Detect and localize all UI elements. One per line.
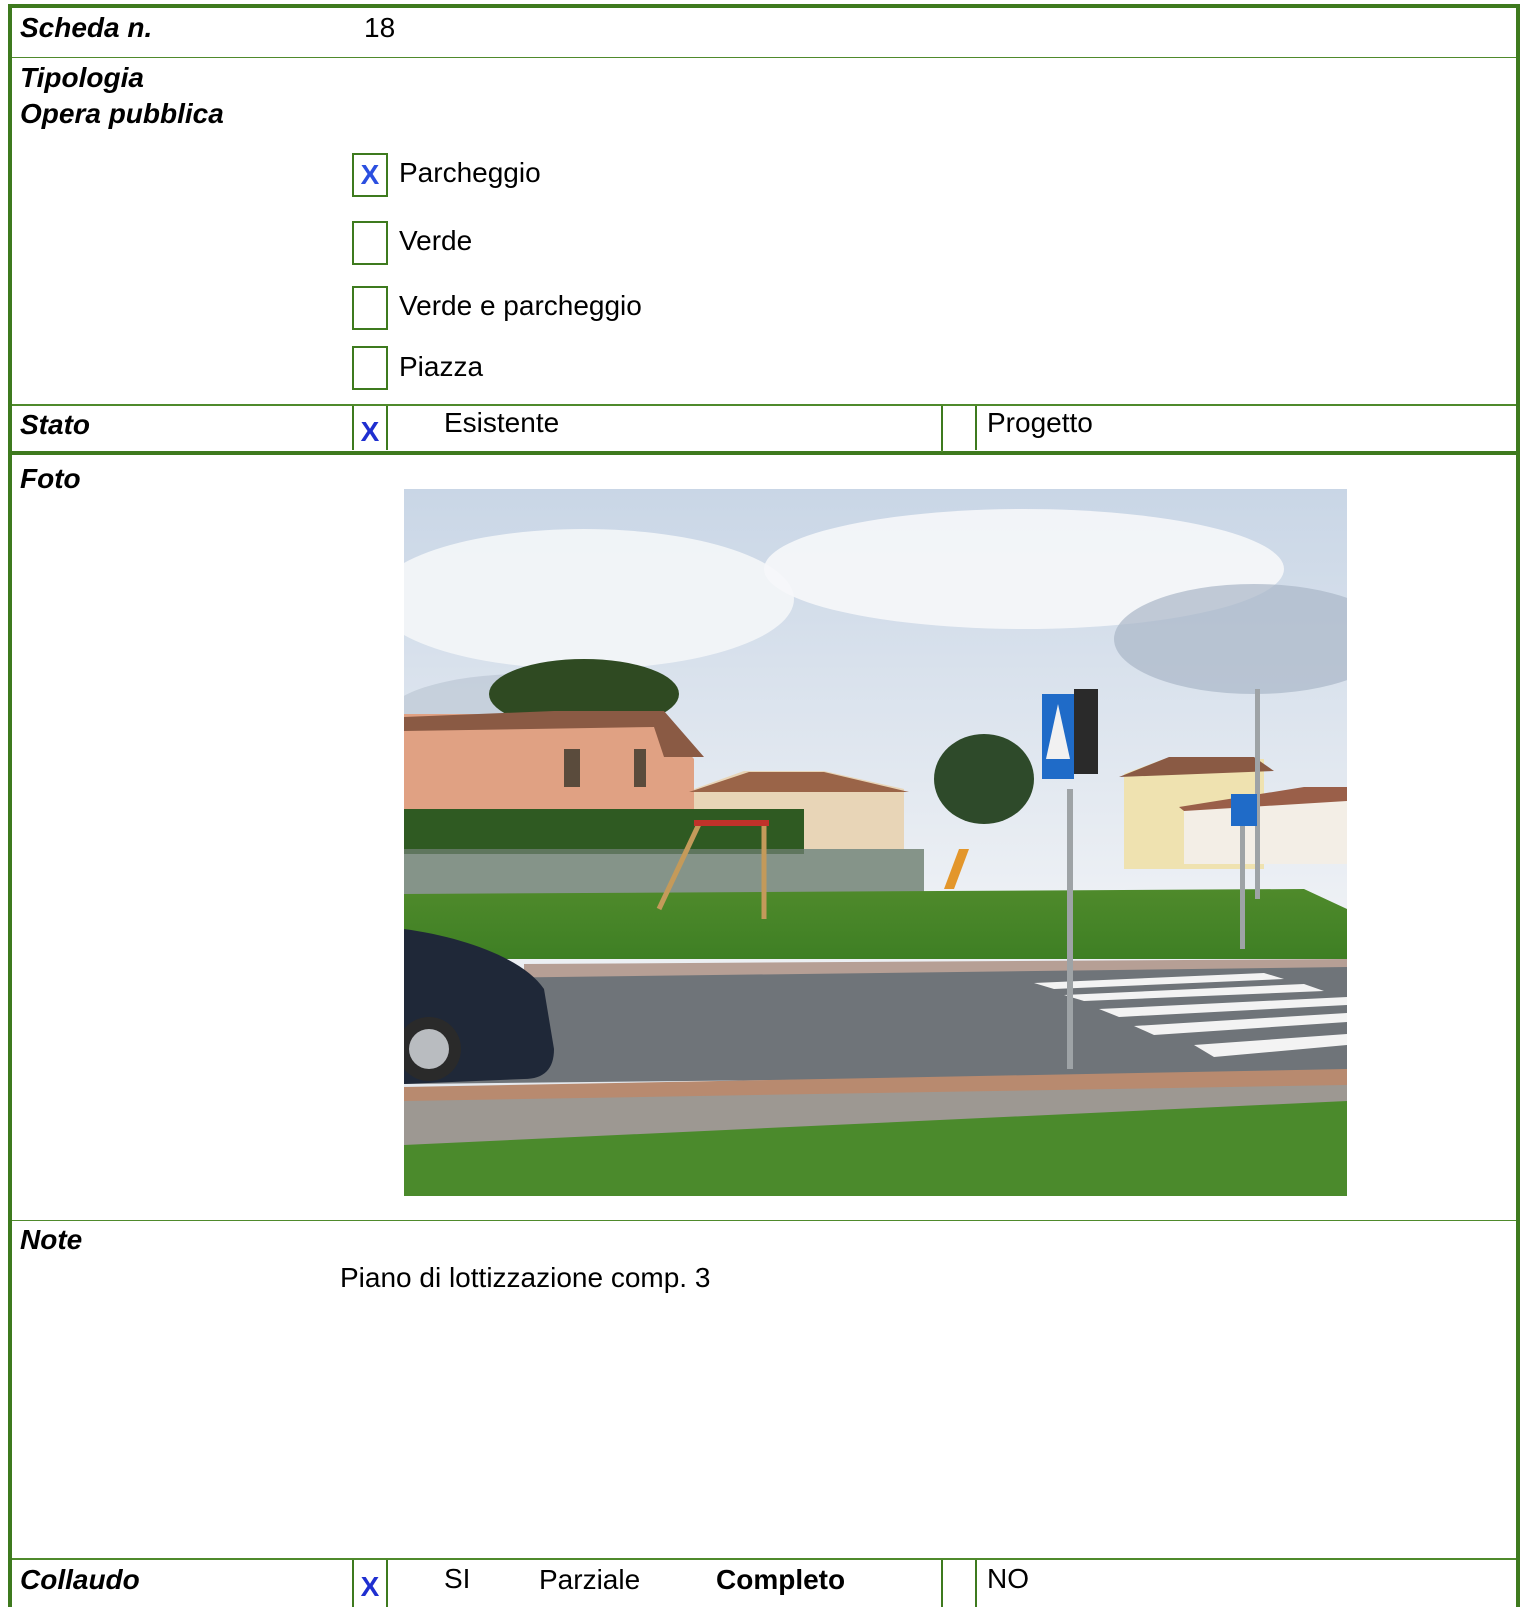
note-text: Piano di lottizzazione comp. 3 (340, 1262, 711, 1293)
option-verde-parcheggio-label: Verde e parcheggio (399, 290, 642, 321)
frame-left-border (8, 4, 12, 1607)
checkbox-collaudo-no[interactable] (941, 1560, 977, 1607)
option-parcheggio-label: Parcheggio (399, 157, 541, 188)
opera-pubblica-label: Opera pubblica (20, 98, 224, 129)
collaudo-parziale-label: Parziale (539, 1564, 641, 1595)
frame-top-border (8, 4, 1520, 8)
option-piazza-label: Piazza (399, 351, 484, 382)
checkbox-parcheggio[interactable]: X (352, 153, 388, 197)
collaudo-label: Collaudo (20, 1564, 140, 1595)
collaudo-si-label: SI (444, 1563, 471, 1594)
checkbox-verde[interactable] (352, 221, 388, 265)
stato-progetto-label: Progetto (987, 407, 1093, 438)
collaudo-no-label: NO (987, 1563, 1029, 1594)
frame-right-border (1516, 4, 1520, 1607)
note-label: Note (20, 1224, 83, 1255)
scheda-label: Scheda n. (20, 12, 153, 43)
row-divider-collaudo (12, 1558, 1516, 1560)
row-divider-scheda (12, 57, 1516, 58)
stato-esistente-label: Esistente (444, 407, 560, 438)
collaudo-completo-label: Completo (716, 1564, 846, 1595)
row-divider-stato-top (12, 404, 1516, 406)
row-divider-foto (12, 1220, 1516, 1221)
checkbox-piazza[interactable] (352, 346, 388, 390)
row-divider-stato-bottom (12, 451, 1516, 455)
scheda-number: 18 (364, 12, 396, 43)
checkbox-stato-esistente[interactable]: X (352, 406, 388, 450)
checkbox-verde-parcheggio[interactable] (352, 286, 388, 330)
site-photo (404, 489, 1347, 1196)
option-verde-label: Verde (399, 225, 473, 256)
tipologia-label: Tipologia (20, 62, 144, 93)
foto-label: Foto (20, 463, 81, 494)
checkbox-collaudo-si[interactable]: X (352, 1560, 388, 1607)
stato-label: Stato (20, 409, 90, 440)
checkbox-stato-progetto[interactable] (941, 406, 977, 450)
